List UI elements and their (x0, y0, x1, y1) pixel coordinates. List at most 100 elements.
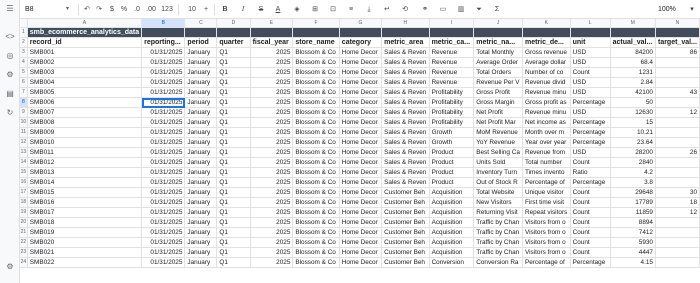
database-icon[interactable]: ◎ (5, 51, 15, 61)
cell[interactable]: 01/31/2025 (141, 177, 186, 188)
cell[interactable]: Blossom & Co (292, 247, 340, 258)
cell[interactable]: January (184, 97, 218, 108)
row-number[interactable]: 11 (20, 127, 28, 138)
cell[interactable]: Visitors from o (522, 217, 571, 228)
cell[interactable]: SMB010 (27, 137, 143, 148)
cell[interactable]: First time visit (522, 197, 571, 208)
cell[interactable]: 2025 (250, 117, 294, 128)
column-header-n[interactable]: N (655, 19, 700, 28)
cell[interactable]: January (184, 187, 218, 198)
cell[interactable]: Sales & Reven (381, 107, 430, 118)
cell[interactable]: 2025 (250, 197, 294, 208)
cell[interactable]: Acquisition (429, 197, 475, 208)
row-number[interactable]: 5 (20, 67, 28, 78)
cell[interactable]: Percentage (570, 257, 611, 268)
cell[interactable]: 2025 (250, 137, 294, 148)
row-number[interactable]: 20 (20, 217, 28, 228)
cell[interactable]: January (184, 117, 218, 128)
cell[interactable]: 2025 (250, 127, 294, 138)
code-icon[interactable]: <> (5, 32, 15, 42)
italic-button[interactable]: I (238, 4, 248, 15)
cell[interactable]: Revenue (429, 67, 475, 78)
cell[interactable]: Home Decor (339, 187, 383, 198)
cell[interactable]: Count (570, 67, 611, 78)
cell[interactable]: January (184, 257, 218, 268)
cell[interactable] (655, 217, 700, 228)
cell[interactable]: Q1 (216, 187, 251, 198)
cell[interactable]: 86 (655, 47, 700, 58)
cell[interactable]: YoY Revenue (473, 137, 523, 148)
cell[interactable] (429, 27, 475, 38)
cell[interactable]: Repeat visitors (522, 207, 571, 218)
cell[interactable]: Conversion (429, 257, 475, 268)
cell[interactable]: 01/31/2025 (141, 67, 186, 78)
cell[interactable]: 1231 (610, 67, 656, 78)
cell[interactable]: January (184, 197, 218, 208)
cell[interactable]: Revenue Per V (473, 77, 523, 88)
settings-icon[interactable]: ⚙ (5, 70, 15, 80)
cell[interactable]: target_val... (655, 37, 700, 48)
cell[interactable]: Revenue divid (522, 77, 571, 88)
cell[interactable]: Blossom & Co (292, 217, 340, 228)
cell[interactable]: Product (429, 147, 475, 158)
cell[interactable]: 01/31/2025 (141, 87, 186, 98)
decrease-decimals-button[interactable]: .0 (131, 4, 143, 15)
cell[interactable] (339, 27, 383, 38)
cell[interactable]: Blossom & Co (292, 107, 340, 118)
row-number[interactable]: 3 (20, 47, 28, 58)
cell[interactable]: Best Selling Ca (473, 147, 523, 158)
cell[interactable]: 01/31/2025 (141, 157, 186, 168)
chevron-down-icon[interactable]: ▾ (66, 4, 74, 15)
cell[interactable]: 2025 (250, 257, 294, 268)
cell[interactable]: Home Decor (339, 217, 383, 228)
cell[interactable]: 01/31/2025 (141, 117, 186, 128)
name-box[interactable]: B8 (25, 4, 65, 15)
cell[interactable]: 01/31/2025 (141, 107, 186, 118)
cell[interactable]: Home Decor (339, 87, 383, 98)
row-number[interactable]: 13 (20, 147, 28, 158)
cell[interactable]: Q1 (216, 137, 251, 148)
cell[interactable] (655, 77, 700, 88)
cell[interactable]: Blossom & Co (292, 237, 340, 248)
cell[interactable]: Units Sold (473, 157, 523, 168)
cell[interactable]: Revenue minu (522, 107, 571, 118)
cell[interactable]: Q1 (216, 127, 251, 138)
cell[interactable]: Sales & Reven (381, 167, 430, 178)
select-all-corner[interactable] (20, 19, 28, 28)
cell[interactable]: record_id (27, 37, 143, 48)
cell[interactable]: 3.8 (610, 177, 656, 188)
column-header-f[interactable]: F (292, 19, 340, 28)
cell[interactable]: Blossom & Co (292, 197, 340, 208)
cell[interactable]: Customer Beh (381, 227, 430, 238)
cell[interactable]: January (184, 47, 218, 58)
cell[interactable]: Customer Beh (381, 217, 430, 228)
cell[interactable] (655, 167, 700, 178)
cell[interactable]: Month over m (522, 127, 571, 138)
cell[interactable]: January (184, 207, 218, 218)
cell[interactable]: SMB022 (27, 257, 143, 268)
cell[interactable]: 84200 (610, 47, 656, 58)
cell[interactable]: Percentage of (522, 257, 571, 268)
cell[interactable]: 2025 (250, 97, 294, 108)
cell[interactable]: Product (429, 177, 475, 188)
cell[interactable]: Percentage (570, 97, 611, 108)
row-number[interactable]: 24 (20, 257, 28, 268)
cell[interactable]: Net Profit (473, 107, 523, 118)
cell[interactable]: 12 (655, 107, 700, 118)
cell[interactable]: Home Decor (339, 117, 383, 128)
cell[interactable]: Sales & Reven (381, 147, 430, 158)
column-header-b[interactable]: B (141, 19, 186, 28)
chart-icon[interactable]: ▤ (5, 89, 15, 99)
cell[interactable]: reporting... (141, 37, 186, 48)
cell[interactable]: Q1 (216, 77, 251, 88)
cell[interactable]: 68.4 (610, 57, 656, 68)
cell[interactable]: Sales & Reven (381, 77, 430, 88)
cell[interactable]: Sales & Reven (381, 157, 430, 168)
cell[interactable]: 17789 (610, 197, 656, 208)
cell[interactable]: Customer Beh (381, 247, 430, 258)
cell[interactable]: 18 (655, 197, 700, 208)
cell[interactable]: Total Orders (473, 67, 523, 78)
column-header-c[interactable]: C (184, 19, 218, 28)
cell[interactable] (655, 137, 700, 148)
cell[interactable]: SMB015 (27, 187, 143, 198)
